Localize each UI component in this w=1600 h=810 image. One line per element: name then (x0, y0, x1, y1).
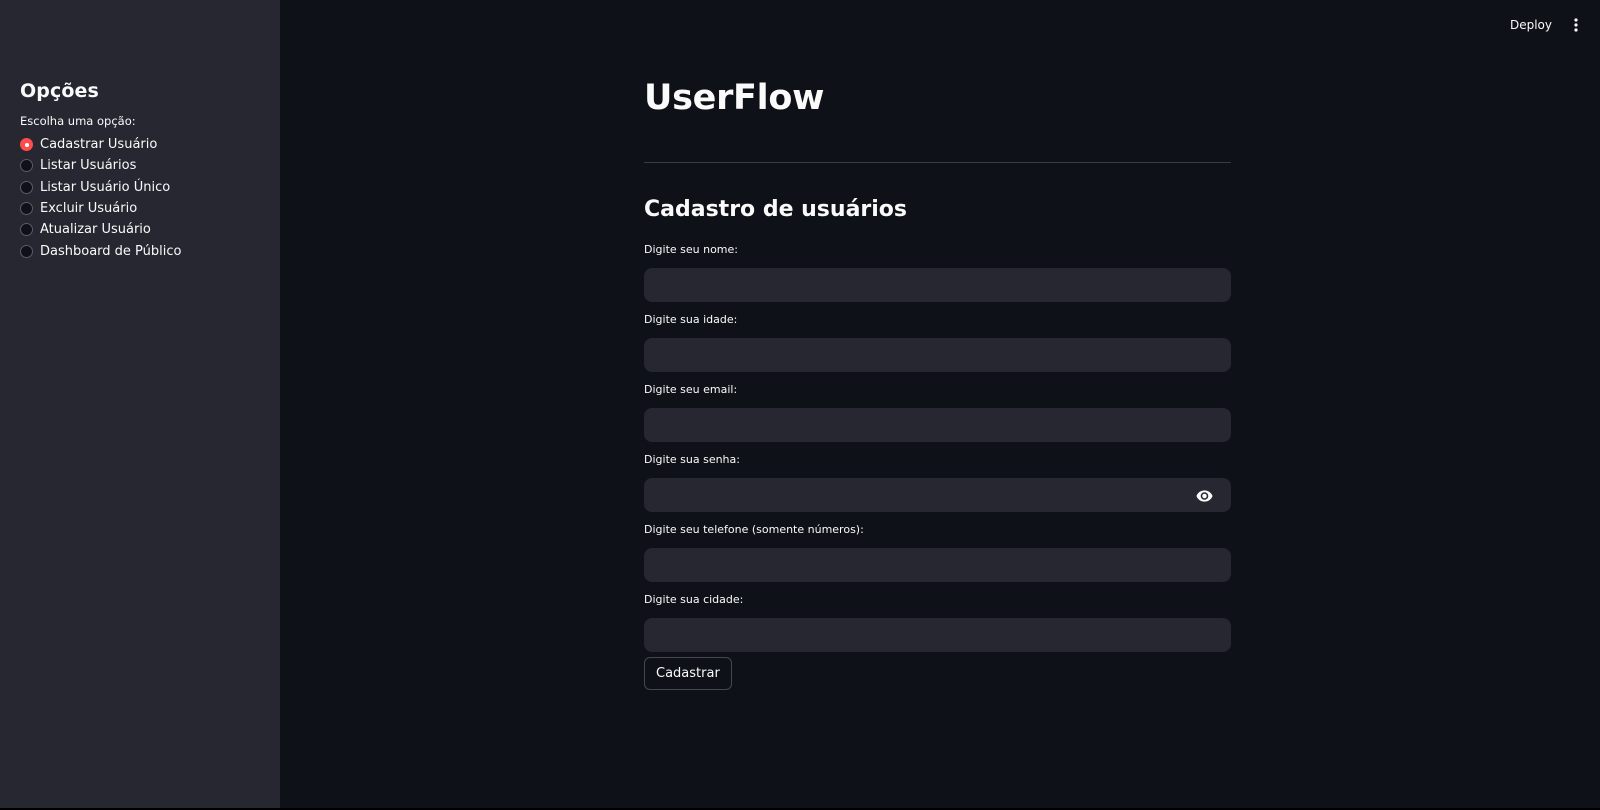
radio-button[interactable] (20, 244, 33, 258)
name-label: Digite seu nome: (644, 243, 738, 256)
password-label: Digite sua senha: (644, 453, 740, 466)
age-input[interactable] (644, 338, 1231, 372)
submit-button[interactable]: Cadastrar (644, 657, 732, 690)
radio-option-dashboard-de-publico[interactable]: Dashboard de Público (20, 240, 260, 261)
radio-option-atualizar-usuario[interactable]: Atualizar Usuário (20, 219, 260, 240)
city-field: Digite sua cidade: (644, 592, 1231, 652)
radio-button[interactable] (20, 159, 33, 173)
radio-group: Cadastrar Usuário Listar Usuários Listar… (20, 134, 260, 262)
radio-option-listar-usuario-unico[interactable]: Listar Usuário Único (20, 177, 260, 198)
radio-option-label: Listar Usuário Único (40, 179, 171, 195)
radio-option-cadastrar-usuario[interactable]: Cadastrar Usuário (20, 134, 260, 155)
app-root: Opções Escolha uma opção: Cadastrar Usuá… (0, 0, 1600, 810)
phone-input[interactable] (644, 548, 1231, 582)
radio-option-excluir-usuario[interactable]: Excluir Usuário (20, 198, 260, 219)
radio-option-label: Cadastrar Usuário (40, 137, 158, 153)
name-input[interactable] (644, 268, 1231, 302)
radio-option-label: Dashboard de Público (40, 243, 182, 259)
radio-button[interactable] (20, 223, 33, 237)
radio-button-checked[interactable] (20, 138, 33, 152)
city-input[interactable] (644, 618, 1231, 652)
phone-field: Digite seu telefone (somente números): (644, 522, 1231, 582)
sidebar-title: Opções (20, 80, 99, 102)
eye-icon[interactable] (1196, 488, 1213, 502)
radio-button[interactable] (20, 202, 33, 216)
radio-group-label: Escolha uma opção: (20, 114, 136, 128)
age-label: Digite sua idade: (644, 313, 738, 326)
sidebar: Opções Escolha uma opção: Cadastrar Usuá… (0, 0, 280, 810)
name-field: Digite seu nome: (644, 242, 1231, 302)
deploy-button[interactable]: Deploy (1502, 14, 1560, 36)
city-label: Digite sua cidade: (644, 593, 744, 606)
radio-option-listar-usuarios[interactable]: Listar Usuários (20, 155, 260, 176)
page-title: UserFlow (644, 78, 825, 118)
divider (644, 162, 1231, 163)
email-label: Digite seu email: (644, 383, 738, 396)
section-title: Cadastro de usuários (644, 197, 908, 222)
radio-option-label: Excluir Usuário (40, 201, 138, 217)
radio-option-label: Listar Usuários (40, 158, 137, 174)
age-field: Digite sua idade: (644, 312, 1231, 372)
radio-option-label: Atualizar Usuário (40, 222, 151, 238)
top-toolbar: Deploy (1502, 14, 1584, 36)
password-input[interactable] (644, 478, 1231, 512)
email-input[interactable] (644, 408, 1231, 442)
password-field: Digite sua senha: (644, 452, 1231, 512)
email-field: Digite seu email: (644, 382, 1231, 442)
radio-button[interactable] (20, 180, 33, 194)
phone-label: Digite seu telefone (somente números): (644, 523, 864, 536)
vertical-dots-icon[interactable] (1568, 14, 1584, 36)
